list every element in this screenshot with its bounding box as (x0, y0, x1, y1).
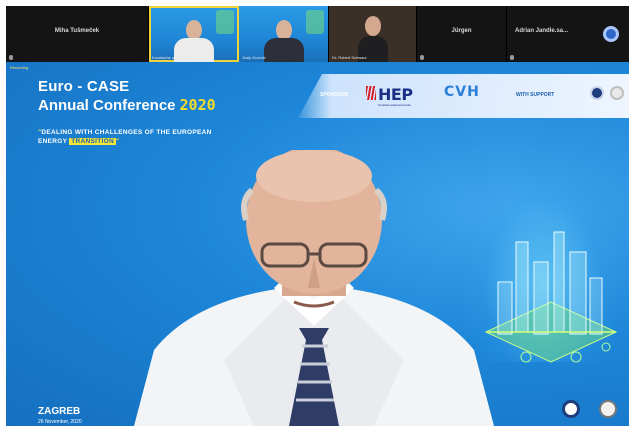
settings-gear-icon[interactable] (603, 26, 619, 42)
participant-tile-4[interactable]: Dr. Robert Schwarz (329, 6, 417, 62)
city-label: ZAGREB (38, 406, 81, 417)
participant-head (185, 20, 202, 40)
participant-name: Miha Tušmeček (54, 28, 100, 34)
cvh-logo: CVH (444, 84, 480, 100)
mic-muted-icon (510, 55, 514, 60)
conference-banner: Recording Euro - CASE Annual Conference 2… (6, 62, 629, 426)
hazu-logo-icon (599, 400, 617, 418)
participant-body (263, 38, 304, 62)
hep-tagline: Hrvatska elektroprivreda (378, 103, 411, 107)
participant-head (364, 16, 381, 36)
hep-wordmark: HEP (378, 85, 413, 104)
participant-name: Jürgen (451, 28, 472, 34)
mic-muted-icon (9, 55, 13, 60)
ministry-seal-icon (610, 86, 624, 100)
hep-logo-icon (366, 86, 376, 100)
meeting-window: Miha Tušmeček Kroatische akademija Josip… (6, 6, 629, 426)
conference-theme: "DEALING WITH CHALLENGES OF THE EUROPEAN… (38, 128, 228, 146)
participant-tile-1[interactable]: Miha Tušmeček (6, 6, 149, 62)
conference-subtitle-line: Annual Conference 2020 (38, 96, 216, 114)
participant-tile-5[interactable]: Jürgen (417, 6, 507, 62)
participant-tile-6[interactable]: Adrian Jandle.sa... (507, 6, 629, 62)
conference-name: Annual Conference (38, 97, 176, 114)
sponsor-bar: SPONSORS HEP Hrvatska elektroprivreda CV… (298, 74, 629, 118)
participant-label: Josip Kuzmić (242, 55, 266, 60)
support-label: WITH SUPPORT (516, 92, 555, 98)
quote-close: " (115, 138, 120, 145)
conference-date: 26 November, 2020 (38, 419, 82, 425)
virtual-background (306, 10, 324, 34)
euro-case-logo-icon (562, 400, 580, 418)
academy-seal-icon (590, 86, 604, 100)
recording-indicator: Recording (10, 65, 29, 70)
speaker-video (134, 150, 494, 426)
participant-label: Dr. Robert Schwarz (332, 55, 367, 60)
participant-strip: Miha Tušmeček Kroatische akademija Josip… (6, 6, 629, 62)
participant-tile-2[interactable]: Kroatische akademija (149, 6, 239, 62)
theme-text: DEALING WITH CHALLENGES OF THE EUROPEAN … (38, 129, 212, 145)
theme-highlight: TRANSITION (69, 138, 116, 145)
virtual-background (216, 10, 234, 34)
conference-title: Euro - CASE (38, 78, 130, 95)
participant-tile-3[interactable]: Josip Kuzmić (239, 6, 329, 62)
participant-label: Kroatische akademija (152, 55, 191, 60)
conference-year: 2020 (179, 96, 216, 114)
participant-head (275, 20, 292, 40)
mic-muted-icon (420, 55, 424, 60)
sponsors-label: SPONSORS (320, 92, 349, 98)
